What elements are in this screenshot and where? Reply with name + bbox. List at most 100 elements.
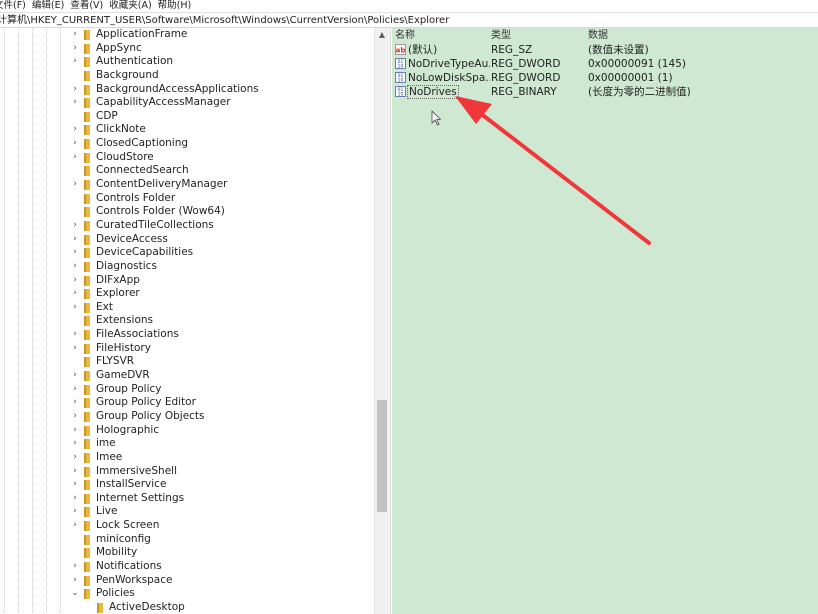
menu-item-4[interactable]: 帮助(H): [158, 0, 192, 12]
chevron-right-icon[interactable]: ›: [70, 301, 80, 314]
chevron-right-icon[interactable]: ›: [70, 151, 80, 164]
chevron-right-icon[interactable]: ›: [70, 28, 80, 41]
chevron-right-icon[interactable]: ›: [70, 478, 80, 491]
tree-item[interactable]: › DIFxApp: [0, 274, 374, 288]
chevron-right-icon[interactable]: ›: [70, 260, 80, 273]
tree-item[interactable]: › Imee: [0, 451, 374, 465]
tree-item-label: CuratedTileCollections: [96, 218, 214, 231]
tree-item[interactable]: › CuratedTileCollections: [0, 219, 374, 233]
tree-item[interactable]: › Diagnostics: [0, 260, 374, 274]
tree-item[interactable]: › CapabilityAccessManager: [0, 96, 374, 110]
tree-item[interactable]: › ContentDeliveryManager: [0, 178, 374, 192]
folder-icon: [84, 43, 90, 54]
menu-item-1[interactable]: 编辑(E): [32, 0, 64, 12]
tree-item[interactable]: › Live: [0, 505, 374, 519]
chevron-right-icon[interactable]: ›: [70, 492, 80, 505]
tree-item[interactable]: › ApplicationFrame: [0, 28, 374, 42]
value-row[interactable]: ab (默认) REG_SZ (数值未设置): [392, 43, 818, 57]
tree-item[interactable]: CDP: [0, 110, 374, 124]
chevron-right-icon[interactable]: ›: [70, 274, 80, 287]
chevron-right-icon[interactable]: ›: [70, 233, 80, 246]
tree-item[interactable]: FLYSVR: [0, 355, 374, 369]
chevron-right-icon[interactable]: ›: [70, 505, 80, 518]
chevron-right-icon[interactable]: ›: [70, 424, 80, 437]
chevron-right-icon[interactable]: ›: [70, 383, 80, 396]
column-header-data[interactable]: 数据: [588, 30, 608, 42]
column-header-name[interactable]: 名称: [395, 30, 415, 42]
chevron-right-icon[interactable]: ›: [70, 123, 80, 136]
chevron-right-icon[interactable]: ›: [70, 42, 80, 55]
chevron-right-icon[interactable]: ›: [70, 328, 80, 341]
tree-item[interactable]: › Lock Screen: [0, 519, 374, 533]
tree-item[interactable]: › Ext: [0, 301, 374, 315]
chevron-right-icon[interactable]: ›: [70, 83, 80, 96]
tree-item[interactable]: › ImmersiveShell: [0, 465, 374, 479]
tree-item[interactable]: ⌄ Policies: [0, 587, 374, 601]
chevron-right-icon[interactable]: ›: [70, 55, 80, 68]
chevron-right-icon[interactable]: ›: [70, 96, 80, 109]
chevron-right-icon[interactable]: ›: [70, 342, 80, 355]
tree-item[interactable]: › Notifications: [0, 560, 374, 574]
chevron-right-icon[interactable]: ›: [70, 574, 80, 587]
tree-item[interactable]: ConnectedSearch: [0, 164, 374, 178]
chevron-right-icon[interactable]: ›: [70, 465, 80, 478]
chevron-right-icon[interactable]: ›: [70, 137, 80, 150]
tree-item[interactable]: › ClickNote: [0, 123, 374, 137]
tree-scrollbar[interactable]: ▲: [374, 28, 388, 614]
scroll-thumb[interactable]: [377, 400, 387, 512]
chevron-right-icon[interactable]: ›: [70, 451, 80, 464]
tree-item[interactable]: › Group Policy: [0, 383, 374, 397]
tree-item[interactable]: ActiveDesktop: [0, 601, 374, 614]
value-row[interactable]: 01 10 NoDriveTypeAu... REG_DWORD 0x00000091 …: [392, 57, 818, 71]
address-bar[interactable]: 计算机\HKEY_CURRENT_USER\Software\Microsoft…: [0, 12, 818, 28]
chevron-right-icon[interactable]: ›: [70, 219, 80, 232]
tree-item[interactable]: › ime: [0, 437, 374, 451]
tree-item[interactable]: › FileHistory: [0, 342, 374, 356]
chevron-right-icon[interactable]: ›: [70, 560, 80, 573]
tree-item[interactable]: › Holographic: [0, 424, 374, 438]
tree-item[interactable]: › CloudStore: [0, 151, 374, 165]
tree-item-label: Diagnostics: [96, 259, 157, 272]
scroll-up-arrow-icon[interactable]: ▲: [375, 28, 389, 42]
tree-item-label: Policies: [96, 587, 135, 600]
tree-item[interactable]: › PenWorkspace: [0, 574, 374, 588]
column-header-type[interactable]: 类型: [491, 30, 511, 42]
values-pane[interactable]: 名称 类型 数据 ab (默认) REG_SZ (数值未设置) 01 10 NoDriveT…: [392, 28, 818, 614]
tree-item[interactable]: Background: [0, 69, 374, 83]
tree-item[interactable]: › Authentication: [0, 55, 374, 69]
chevron-right-icon[interactable]: ›: [70, 287, 80, 300]
menu-item-0[interactable]: 文件(F): [0, 0, 26, 12]
tree-item[interactable]: Controls Folder: [0, 192, 374, 206]
chevron-right-icon[interactable]: ›: [70, 369, 80, 382]
tree-item[interactable]: › BackgroundAccessApplications: [0, 83, 374, 97]
folder-icon: [84, 398, 90, 409]
tree-item[interactable]: › DeviceCapabilities: [0, 246, 374, 260]
chevron-right-icon[interactable]: ›: [70, 410, 80, 423]
tree-item[interactable]: › InstallService: [0, 478, 374, 492]
tree-item[interactable]: › DeviceAccess: [0, 233, 374, 247]
chevron-right-icon[interactable]: ›: [70, 437, 80, 450]
menu-item-3[interactable]: 收藏夹(A): [109, 0, 151, 12]
key-tree-pane[interactable]: › ApplicationFrame › AppSync › Authentication…: [0, 28, 374, 614]
tree-item[interactable]: › GameDVR: [0, 369, 374, 383]
tree-item[interactable]: › FileAssociations: [0, 328, 374, 342]
tree-item[interactable]: Extensions: [0, 314, 374, 328]
tree-item[interactable]: › Group Policy Editor: [0, 396, 374, 410]
tree-item[interactable]: Controls Folder (Wow64): [0, 205, 374, 219]
tree-item[interactable]: › Group Policy Objects: [0, 410, 374, 424]
tree-item[interactable]: › ClosedCaptioning: [0, 137, 374, 151]
chevron-right-icon[interactable]: ›: [70, 178, 80, 191]
tree-item[interactable]: › Explorer: [0, 287, 374, 301]
value-row[interactable]: 01 10 NoLowDiskSpa... REG_DWORD 0x00000001 (…: [392, 71, 818, 85]
chevron-right-icon[interactable]: ›: [70, 246, 80, 259]
tree-item[interactable]: miniconfig: [0, 533, 374, 547]
chevron-right-icon[interactable]: ›: [70, 519, 80, 532]
pane-splitter[interactable]: [388, 28, 391, 614]
chevron-down-icon[interactable]: ⌄: [70, 587, 80, 600]
tree-item[interactable]: › Internet Settings: [0, 492, 374, 506]
tree-item[interactable]: Mobility: [0, 546, 374, 560]
tree-item[interactable]: › AppSync: [0, 42, 374, 56]
menu-item-2[interactable]: 查看(V): [70, 0, 103, 12]
value-row[interactable]: 01 10 NoDrives REG_BINARY (长度为零的二进制值): [392, 85, 818, 99]
chevron-right-icon[interactable]: ›: [70, 396, 80, 409]
